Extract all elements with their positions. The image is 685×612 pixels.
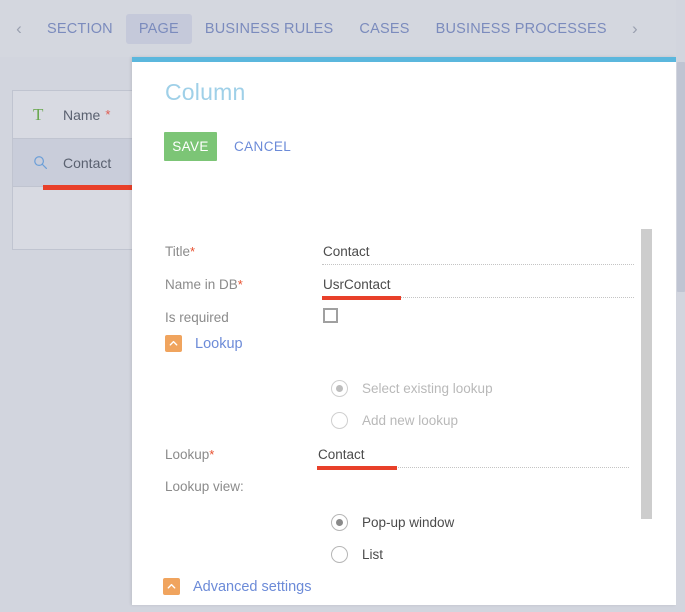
radio-indicator[interactable] [331,380,348,397]
lookup-error-indicator [317,466,397,470]
name-in-db-underline [322,296,634,300]
lookup-field-wrap[interactable]: Contact [317,447,629,470]
lookup-underline [317,466,629,470]
list-item-label: Contact [63,154,112,171]
radio-indicator[interactable] [331,412,348,429]
section-lookup-header[interactable]: Lookup [165,335,243,352]
is-required-label: Is required [165,310,229,325]
radio-label: Add new lookup [362,413,459,428]
is-required-checkbox[interactable] [323,308,338,323]
radio-label: Select existing lookup [362,381,493,396]
list-item-label: Name [63,106,101,123]
title-label: Title* [165,244,196,259]
column-form: Title* Contact Name in DB* UsrContact Is… [132,182,634,605]
lookup-view-label: Lookup view: [165,479,244,494]
tab-business-processes[interactable]: BUSINESS PROCESSES [423,14,620,44]
title-underline [322,263,634,265]
cancel-button[interactable]: CANCEL [234,132,291,161]
lookup-input[interactable]: Contact [317,447,629,466]
section-lookup-label[interactable]: Lookup [195,336,243,352]
column-dialog: Column SAVE CANCEL Title* Contact Name i… [132,57,676,605]
dialog-scrollbar[interactable] [641,172,652,605]
name-in-db-error-indicator [322,296,401,300]
search-icon [33,155,57,170]
section-designer-tabbar: ‹ SECTION PAGE BUSINESS RULES CASES BUSI… [0,0,685,57]
name-in-db-field-wrap[interactable]: UsrContact [322,277,634,300]
radio-add-new-lookup[interactable]: Add new lookup [331,412,458,429]
radio-pop-up-window[interactable]: Pop-up window [331,514,454,531]
page-scrollbar[interactable] [676,0,685,612]
title-field-wrap[interactable]: Contact [322,244,634,265]
tab-cases[interactable]: CASES [346,14,422,44]
section-advanced-settings-header[interactable]: Advanced settings [163,578,312,595]
radio-label: List [362,547,384,562]
tabbar-prev-arrow-icon[interactable]: ‹ [4,20,34,37]
required-marker: * [105,107,111,122]
dialog-accent-bar [132,57,676,62]
name-in-db-label: Name in DB* [165,277,243,292]
tabbar-next-arrow-icon[interactable]: › [620,20,650,37]
radio-indicator[interactable] [331,514,348,531]
dialog-title: Column [165,79,246,105]
section-advanced-settings-label[interactable]: Advanced settings [193,579,312,595]
chevron-up-icon[interactable] [165,335,182,352]
tab-page[interactable]: PAGE [125,13,192,44]
radio-list[interactable]: List [331,546,383,563]
dialog-scrollbar-thumb[interactable] [641,229,652,519]
lookup-label: Lookup* [165,447,215,462]
page-scrollbar-thumb[interactable] [677,62,685,292]
text-column-icon: T [33,105,44,124]
title-input[interactable]: Contact [322,244,634,263]
chevron-up-icon[interactable] [163,578,180,595]
save-button[interactable]: SAVE [164,132,217,161]
name-in-db-input[interactable]: UsrContact [322,277,634,296]
tab-business-rules[interactable]: BUSINESS RULES [192,14,347,44]
radio-indicator[interactable] [331,546,348,563]
radio-select-existing-lookup[interactable]: Select existing lookup [331,380,493,397]
tab-section[interactable]: SECTION [34,14,126,44]
radio-label: Pop-up window [362,515,455,530]
